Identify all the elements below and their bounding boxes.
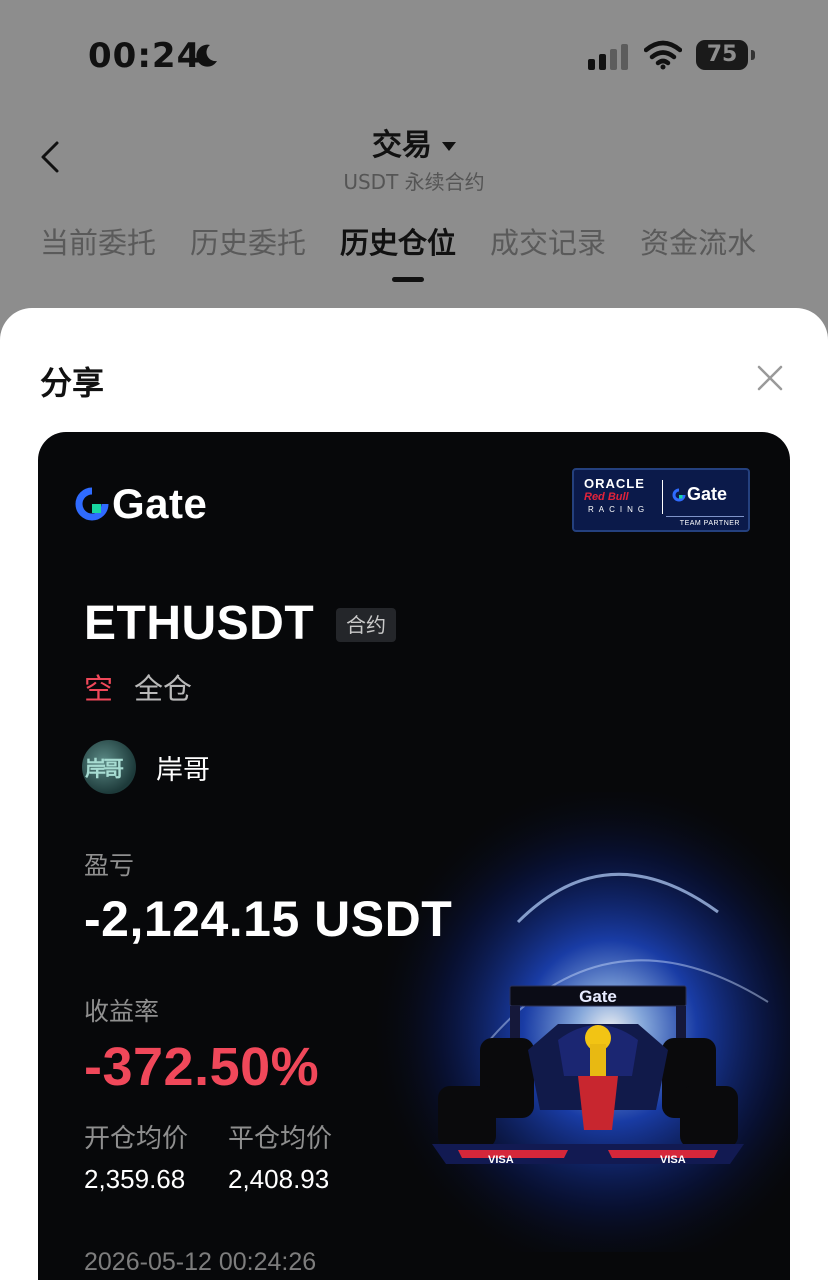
- background-app: 00:24 75 交易 USDT 永续合约 当前委托 历史委托 历史仓位 成交记…: [0, 0, 828, 330]
- close-price-value: 2,408.93: [228, 1164, 330, 1194]
- roi-label: 收益率: [84, 997, 160, 1026]
- contract-tag: 合约: [336, 608, 396, 642]
- race-car-image: Gate VISA VISA: [432, 985, 744, 1166]
- share-sheet: 分享 Gate ORACLE Red Bull RACING Gate TEAM…: [0, 308, 828, 1280]
- status-time: 00:24: [88, 36, 202, 76]
- wifi-icon: [644, 40, 682, 70]
- share-card: Gate ORACLE Red Bull RACING Gate TEAM PA…: [38, 432, 790, 1280]
- sheet-title: 分享: [40, 364, 105, 402]
- battery-tip: [751, 50, 755, 60]
- pnl-value: -2,124.15 USDT: [84, 891, 453, 947]
- open-price-label: 开仓均价: [84, 1124, 189, 1154]
- partner-gate-icon: [672, 488, 686, 501]
- partner-badge: ORACLE Red Bull RACING Gate TEAM PARTNER: [572, 468, 750, 532]
- partner-redbull-text: Red Bull: [584, 491, 629, 503]
- nav-subtitle: USDT 永续合约: [343, 170, 485, 194]
- timestamp: 2026-05-12 00:24:26: [84, 1248, 317, 1276]
- car-wing-text-left: VISA: [488, 1154, 514, 1166]
- partner-oracle-text: ORACLE: [584, 476, 645, 491]
- partner-racing-text: RACING: [588, 505, 650, 514]
- tab-order-history[interactable]: 历史委托: [190, 220, 306, 270]
- page-title: 交易: [372, 128, 432, 163]
- gate-logo-icon: [75, 487, 109, 521]
- trading-symbol: ETHUSDT: [84, 597, 315, 650]
- position-side: 空: [84, 672, 114, 706]
- roi-value: -372.50%: [84, 1037, 320, 1097]
- tab-indicator: [392, 277, 424, 282]
- status-bar: 00:24 75: [0, 0, 828, 110]
- caret-down-icon: [442, 142, 456, 151]
- avatar: 岸哥: [82, 740, 136, 794]
- partner-gate-text: Gate: [687, 484, 728, 504]
- moon-icon: [196, 44, 217, 67]
- battery-icon: 75: [696, 40, 748, 70]
- partner-divider: [662, 480, 663, 514]
- open-price-value: 2,359.68: [84, 1164, 186, 1194]
- gate-logo: Gate: [74, 480, 207, 528]
- tab-bar: 当前委托 历史委托 历史仓位 成交记录 资金流水: [40, 220, 756, 270]
- signal-icon: [588, 44, 628, 70]
- partner-gate-logo: Gate: [672, 484, 727, 505]
- pnl-label: 盈亏: [84, 851, 135, 880]
- close-price-label: 平仓均价: [228, 1124, 333, 1154]
- tab-current-orders[interactable]: 当前委托: [40, 220, 156, 270]
- car-wing-text-right: VISA: [660, 1154, 686, 1166]
- nav-title[interactable]: 交易: [0, 120, 828, 164]
- tab-position-history[interactable]: 历史仓位: [340, 220, 456, 270]
- partner-team-text: TEAM PARTNER: [679, 520, 740, 527]
- margin-mode: 全仓: [134, 672, 193, 706]
- gate-brand-text: Gate: [112, 480, 208, 527]
- partner-underline: [666, 516, 744, 517]
- username: 岸哥: [156, 755, 210, 786]
- close-icon[interactable]: [756, 364, 784, 392]
- tab-fund-flow[interactable]: 资金流水: [640, 220, 756, 270]
- tab-trade-records[interactable]: 成交记录: [490, 220, 606, 270]
- car-livery-text: Gate: [579, 987, 617, 1006]
- avatar-text: 岸哥: [85, 757, 124, 781]
